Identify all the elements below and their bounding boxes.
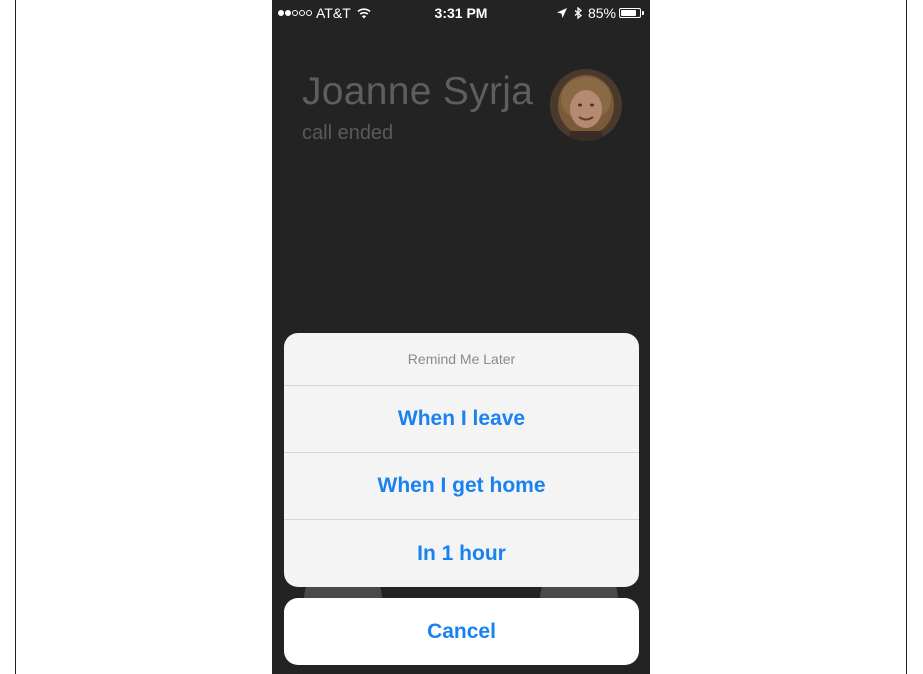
right-frame-border — [906, 0, 907, 674]
status-right-group: 85% — [556, 5, 644, 21]
option-when-i-leave[interactable]: When I leave — [284, 386, 639, 453]
battery-icon — [619, 8, 641, 18]
location-arrow-icon — [556, 8, 567, 18]
battery-percent: 85% — [587, 5, 616, 21]
battery-tip — [642, 11, 644, 15]
cancel-button[interactable]: Cancel — [284, 598, 639, 665]
phone-screen: AT&T 3:31 PM 85% Joanne Syrja call ended — [272, 0, 650, 674]
remind-me-later-sheet: Remind Me Later When I leave When I get … — [284, 333, 639, 587]
call-status: call ended — [302, 122, 394, 144]
left-frame-border — [15, 0, 16, 674]
status-bar: AT&T 3:31 PM 85% — [272, 0, 650, 26]
option-in-1-hour[interactable]: In 1 hour — [284, 520, 639, 587]
bluetooth-icon — [574, 7, 582, 19]
sheet-title: Remind Me Later — [284, 333, 639, 386]
option-when-i-get-home[interactable]: When I get home — [284, 453, 639, 520]
caller-name: Joanne Syrja — [302, 70, 534, 113]
avatar — [550, 69, 622, 141]
battery-level-fill — [621, 10, 636, 16]
